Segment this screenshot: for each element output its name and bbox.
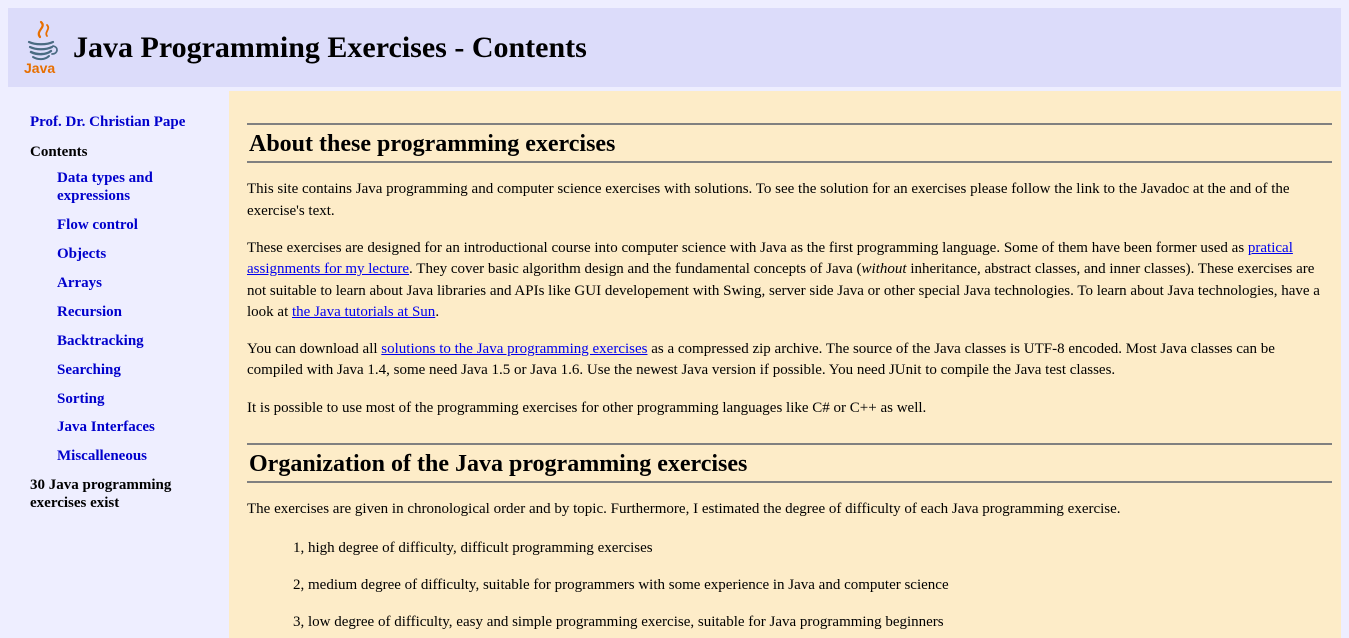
link-solutions-download[interactable]: solutions to the Java programming exerci… <box>381 341 647 357</box>
exercise-count-text: 30 Java programming exercises exist <box>30 476 223 512</box>
sidebar-item-data-types[interactable]: Data types and expressions <box>57 170 153 205</box>
para2-text-2: . They cover basic algorithm design and … <box>409 261 862 277</box>
page-body: Prof. Dr. Christian Pape Contents Data t… <box>0 91 1349 638</box>
organization-heading-wrap: Organization of the Java programming exe… <box>247 443 1332 483</box>
list-item: Java Interfaces <box>57 418 223 437</box>
list-item: Arrays <box>57 274 223 293</box>
list-item: 2, medium degree of difficulty, suitable… <box>293 575 1332 596</box>
heading-organization: Organization of the Java programming exe… <box>247 443 1332 483</box>
sidebar-item-java-interfaces[interactable]: Java Interfaces <box>57 419 155 435</box>
sidebar-item-searching[interactable]: Searching <box>57 362 121 378</box>
list-item: Sorting <box>57 390 223 409</box>
svg-text:Java: Java <box>24 60 55 76</box>
heading-about: About these programming exercises <box>247 123 1332 163</box>
para3-text-1: You can download all <box>247 341 381 357</box>
sidebar: Prof. Dr. Christian Pape Contents Data t… <box>8 91 229 638</box>
list-item: Miscalleneous <box>57 447 223 466</box>
link-java-tutorials-sun[interactable]: the Java tutorials at Sun <box>292 304 435 320</box>
main-content: About these programming exercises This s… <box>229 91 1341 638</box>
sidebar-item-backtracking[interactable]: Backtracking <box>57 333 144 349</box>
list-item: 3, low degree of difficulty, easy and si… <box>293 612 1332 633</box>
list-item: Flow control <box>57 216 223 235</box>
page-title: Java Programming Exercises - Contents <box>73 31 587 65</box>
difficulty-levels-list: 1, high degree of difficulty, difficult … <box>247 538 1332 633</box>
paragraph-organization: The exercises are given in chronological… <box>247 499 1332 520</box>
sidebar-item-flow-control[interactable]: Flow control <box>57 217 138 233</box>
para2-text-4: . <box>435 304 439 320</box>
sidebar-item-objects[interactable]: Objects <box>57 246 106 262</box>
about-heading-wrap: About these programming exercises <box>247 123 1332 163</box>
para2-emphasis: without <box>862 261 907 277</box>
list-item: Recursion <box>57 303 223 322</box>
list-item: Objects <box>57 245 223 264</box>
paragraph-other-languages: It is possible to use most of the progra… <box>247 398 1332 419</box>
paragraph-download: You can download all solutions to the Ja… <box>247 339 1332 382</box>
sidebar-author-link[interactable]: Prof. Dr. Christian Pape <box>30 113 223 132</box>
sidebar-item-arrays[interactable]: Arrays <box>57 275 102 291</box>
list-item: 1, high degree of difficulty, difficult … <box>293 538 1332 559</box>
sidebar-item-recursion[interactable]: Recursion <box>57 304 122 320</box>
page-header: Java Java Programming Exercises - Conten… <box>8 8 1341 87</box>
sidebar-item-miscalleneous[interactable]: Miscalleneous <box>57 448 147 464</box>
java-logo-icon: Java <box>21 20 61 78</box>
sidebar-contents-heading: Contents <box>30 143 223 162</box>
list-item: Backtracking <box>57 332 223 351</box>
para2-text-1: These exercises are designed for an intr… <box>247 240 1248 256</box>
paragraph-intro: This site contains Java programming and … <box>247 179 1332 222</box>
paragraph-design: These exercises are designed for an intr… <box>247 238 1332 323</box>
list-item: Data types and expressions <box>57 169 223 207</box>
sidebar-nav-list: Data types and expressions Flow control … <box>30 169 223 467</box>
list-item: Searching <box>57 361 223 380</box>
sidebar-item-sorting[interactable]: Sorting <box>57 391 105 407</box>
